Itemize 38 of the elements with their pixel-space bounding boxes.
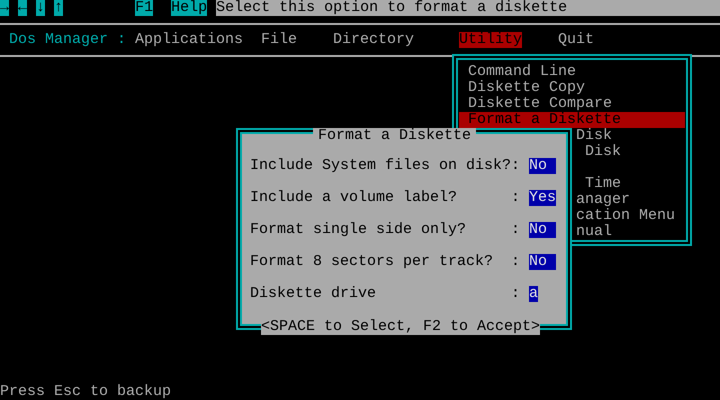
field-label: Format 8 sectors per track? [250, 254, 494, 270]
field-separator: : [511, 158, 520, 174]
field-label: Include System files on disk? [250, 158, 511, 174]
menu-item[interactable]: Quit [558, 32, 594, 48]
help-message: Select this option to format a diskette [216, 0, 720, 16]
menu-item[interactable]: File [261, 32, 333, 48]
field-separator: : [511, 286, 520, 302]
f1-key-label: F1 [135, 0, 154, 16]
toggle-field[interactable]: No [529, 158, 556, 174]
field-separator: : [511, 190, 520, 206]
menu-option[interactable]: nual [576, 224, 612, 240]
menu-item[interactable]: Applications [135, 32, 261, 48]
field-label: Format single side only? [250, 222, 468, 238]
toggle-field[interactable]: No [529, 254, 556, 270]
help-key-label: Help [171, 0, 208, 16]
menu-option[interactable]: anager [576, 192, 630, 208]
menu-option[interactable]: Disk [576, 128, 612, 144]
drive-field[interactable]: a [529, 286, 538, 302]
menu-option[interactable]: Diskette Copy [468, 80, 586, 96]
toggle-field[interactable]: No [529, 222, 556, 238]
field-label: Diskette drive [250, 286, 378, 302]
arrow-key-label: → [0, 0, 10, 16]
app-title: Dos Manager : [9, 32, 128, 48]
menu-option[interactable]: Disk [576, 144, 622, 160]
toggle-field[interactable]: Yes [529, 190, 556, 206]
menu-option[interactable]: Diskette Compare [468, 96, 612, 112]
arrow-key-label: ↓ [36, 0, 46, 16]
arrow-key-label: ← [18, 0, 28, 16]
field-separator: : [511, 254, 520, 270]
status-line: Press Esc to backup [0, 384, 172, 400]
menu-option[interactable]: Command Line [468, 64, 576, 80]
menu-option[interactable]: cation Menu [576, 208, 676, 224]
field-label: Include a volume label? [250, 190, 458, 206]
arrow-key-label: ↑ [54, 0, 64, 16]
field-separator: : [511, 222, 520, 238]
dialog-hint: <SPACE to Select, F2 to Accept> [261, 319, 540, 335]
menu-item[interactable]: Directory [333, 32, 459, 48]
menu-option[interactable]: Time [576, 176, 622, 192]
